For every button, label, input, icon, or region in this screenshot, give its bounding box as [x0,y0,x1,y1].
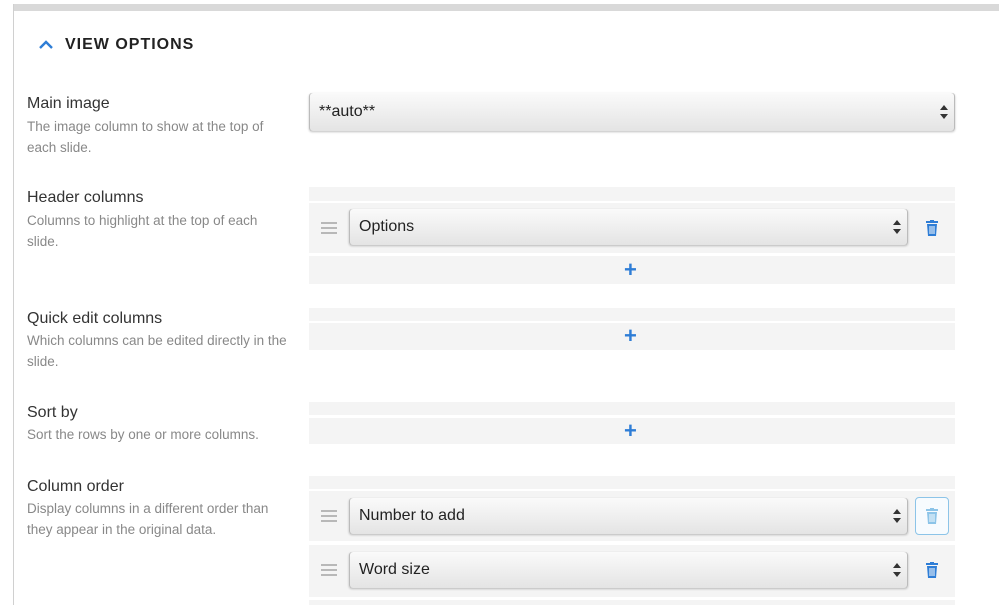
trash-icon[interactable] [925,220,939,236]
quick-edit-desc: Which columns can be edited directly in … [27,333,287,369]
section-title: VIEW OPTIONS [65,36,195,53]
trash-icon[interactable] [925,508,939,524]
chevron-up-icon [39,40,53,49]
view-options-toggle[interactable]: VIEW OPTIONS [38,36,194,54]
column-order-value-2: Word size [359,561,430,578]
panel-left-border [13,4,14,605]
select-arrows-icon [893,509,901,523]
sort-by-list [309,402,955,415]
main-image-value: **auto** [319,103,376,120]
panel-top-border [13,4,999,11]
sort-by-desc: Sort the rows by one or more columns. [27,427,259,442]
header-columns-list [309,187,955,201]
main-image-select[interactable]: **auto** [309,93,955,131]
header-column-value: Options [359,218,415,235]
quick-edit-label: Quick edit columns [27,310,163,327]
column-order-label: Column order [27,478,124,495]
add-header-column-button[interactable]: + [624,259,637,281]
header-columns-label: Header columns [27,189,144,206]
column-order-select-2[interactable]: Word size [349,552,908,588]
column-order-select-1[interactable]: Number to add [349,498,908,534]
header-column-select[interactable]: Options [349,209,908,245]
column-order-list [309,476,955,489]
select-arrows-icon [940,105,948,119]
header-columns-desc: Columns to highlight at the top of each … [27,213,258,249]
drag-handle-icon[interactable] [321,563,337,577]
quick-edit-list [309,308,955,321]
select-arrows-icon [893,220,901,234]
add-sort-button[interactable]: + [624,420,637,442]
drag-handle-icon[interactable] [321,509,337,523]
column-order-value-1: Number to add [359,507,465,524]
sort-by-label: Sort by [27,404,78,421]
trash-icon[interactable] [925,562,939,578]
add-quick-edit-button[interactable]: + [624,325,637,347]
main-image-desc: The image column to show at the top of e… [27,119,264,155]
drag-handle-icon[interactable] [321,221,337,235]
select-arrows-icon [893,563,901,577]
column-order-desc: Display columns in a different order tha… [27,501,269,537]
main-image-label: Main image [27,95,110,112]
list-item [309,600,955,605]
